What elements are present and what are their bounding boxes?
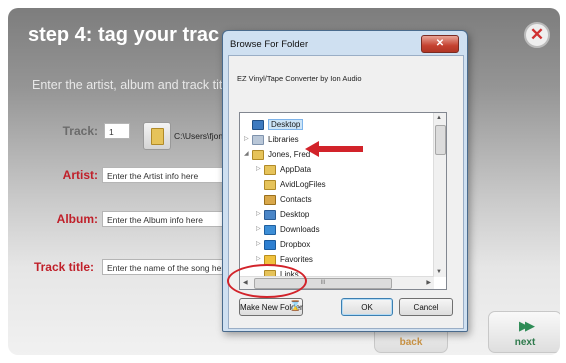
tree-item-label: Favorites xyxy=(280,255,313,264)
ok-button[interactable]: OK xyxy=(341,298,393,316)
downloads-icon xyxy=(264,224,276,235)
tree-item-label: Desktop xyxy=(268,119,304,130)
tree-expander[interactable]: ▷ xyxy=(244,132,252,147)
tree-item-downloads[interactable]: ▷ Downloads xyxy=(256,222,320,237)
cancel-button[interactable]: Cancel xyxy=(399,298,453,316)
album-field[interactable]: Enter the Album info here xyxy=(102,211,232,227)
contacts-icon xyxy=(264,194,276,205)
step-title: step 4: tag your trac xyxy=(28,24,220,46)
tree-vertical-scrollbar[interactable]: ▲ ▼ xyxy=(433,113,446,277)
dialog-close-button[interactable]: ✕ xyxy=(421,35,459,53)
library-icon xyxy=(252,134,264,145)
album-label: Album: xyxy=(56,212,98,226)
tree-expander[interactable]: ▷ xyxy=(256,162,264,177)
dialog-description: EZ Vinyl/Tape Converter by Ion Audio xyxy=(237,74,362,83)
tree-item-label: Contacts xyxy=(280,195,312,204)
tree-item-libraries[interactable]: ▷ Libraries xyxy=(244,132,299,147)
tree-item-label: AppData xyxy=(280,165,312,174)
tree-item-label: AvidLogFiles xyxy=(280,180,326,189)
artist-field[interactable]: Enter the Artist info here xyxy=(102,167,232,183)
tree-item-label: Jones, Fred xyxy=(268,150,311,159)
tree-item-desktop[interactable]: Desktop xyxy=(244,117,304,132)
tree-item-label: Downloads xyxy=(280,225,320,234)
track-title-label: Track title: xyxy=(33,260,94,274)
browse-folder-button[interactable] xyxy=(143,122,171,150)
hourglass-icon: ⌛ xyxy=(289,301,302,312)
desktop-icon xyxy=(252,119,264,130)
step-instructions: Enter the artist, album and track titl xyxy=(32,78,226,92)
track-label: Track: xyxy=(62,124,98,138)
tree-expander[interactable]: ◢ xyxy=(244,147,252,162)
tree-item-dropbox[interactable]: ▷ Dropbox xyxy=(256,237,310,252)
user-folder-icon xyxy=(252,149,264,160)
track-title-field[interactable]: Enter the name of the song her xyxy=(102,259,232,275)
folder-icon xyxy=(264,179,276,190)
scroll-thumb[interactable] xyxy=(435,125,446,155)
tree-item-label: Dropbox xyxy=(280,240,311,249)
tree-item-jones-fred[interactable]: ◢ Jones, Fred xyxy=(244,147,310,162)
tree-item-label: Libraries xyxy=(268,135,299,144)
tree-expander[interactable]: ▷ xyxy=(256,222,264,237)
dropbox-icon xyxy=(264,239,276,250)
red-arrow-annotation xyxy=(305,141,363,157)
close-icon[interactable]: ✕ xyxy=(524,22,550,48)
red-circle-annotation xyxy=(227,264,307,298)
next-label: next xyxy=(514,337,536,348)
tree-item-label: Desktop xyxy=(280,210,310,219)
track-path-text: C:\Users\fjon xyxy=(174,131,224,141)
scroll-up-icon[interactable]: ▲ xyxy=(436,115,442,121)
dialog-title: Browse For Folder xyxy=(230,39,309,50)
scroll-down-icon[interactable]: ▼ xyxy=(436,269,442,275)
tree-item-desktop-folder[interactable]: ▷ Desktop xyxy=(256,207,309,222)
next-button[interactable]: ▶▶ next xyxy=(488,311,560,353)
tree-expander[interactable]: ▷ xyxy=(256,207,264,222)
tree-item-avidlogfiles[interactable]: AvidLogFiles xyxy=(256,177,326,192)
tree-item-contacts[interactable]: Contacts xyxy=(256,192,312,207)
folder-icon xyxy=(151,128,164,145)
track-number-field[interactable]: 1 xyxy=(104,123,130,139)
tree-expander[interactable]: ▷ xyxy=(256,237,264,252)
fast-forward-icon: ▶▶ xyxy=(519,318,535,333)
desktop-folder-icon xyxy=(264,209,276,220)
folder-icon xyxy=(264,164,276,175)
artist-label: Artist: xyxy=(62,168,98,182)
back-label: back xyxy=(399,337,423,348)
browse-for-folder-dialog: Browse For Folder ✕ EZ Vinyl/Tape Conver… xyxy=(222,30,468,332)
tree-item-appdata[interactable]: ▷ AppData xyxy=(256,162,311,177)
scroll-right-icon[interactable]: ▶ xyxy=(426,279,431,286)
